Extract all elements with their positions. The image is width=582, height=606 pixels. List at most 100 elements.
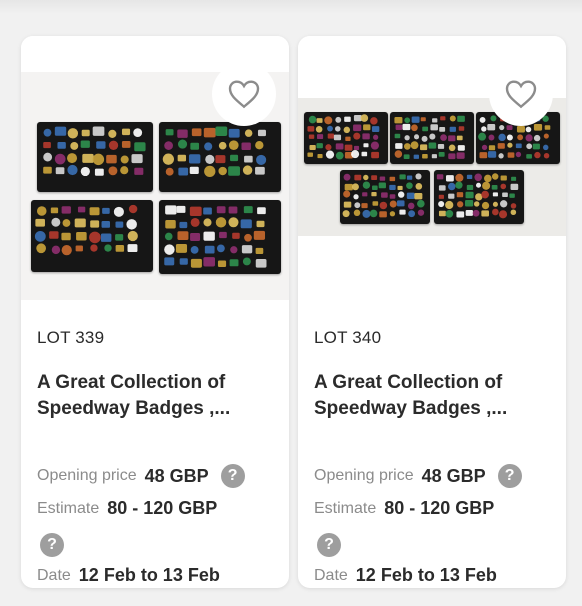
lot-card-339[interactable]: LOT 339 A Great Collection of Speedway B…: [21, 36, 289, 588]
badge-pin: [229, 259, 239, 267]
help-icon[interactable]: ?: [40, 533, 64, 557]
badge-pin: [389, 176, 396, 182]
badge-pin: [517, 134, 524, 141]
badge-pin: [54, 126, 67, 136]
badge-pin: [35, 218, 45, 227]
badge-pin: [499, 200, 508, 208]
badge-pin: [481, 144, 488, 151]
badge-pin: [175, 243, 188, 253]
badge-pin: [498, 153, 504, 159]
badge-pin: [417, 209, 425, 216]
badge-pin: [506, 134, 513, 141]
badge-pin: [255, 141, 264, 150]
badge-pin: [351, 150, 360, 159]
badge-pin: [61, 206, 71, 214]
badge-pin: [395, 124, 403, 130]
badge-pin: [544, 125, 551, 130]
badge-pin: [370, 117, 378, 125]
badge-pin: [189, 166, 199, 175]
opening-price-label: Opening price: [314, 467, 414, 484]
estimate-value: 80 - 120 GBP: [107, 498, 218, 518]
badge-pin: [307, 152, 313, 157]
lot-title[interactable]: A Great Collection of Speedway Badges ,.…: [37, 370, 267, 422]
badge-pin: [204, 165, 216, 178]
badge-pin: [307, 126, 315, 132]
date-row: Date 12 Feb to 13 Feb: [314, 565, 497, 586]
badge-pin: [43, 152, 53, 162]
badge-pin: [96, 141, 106, 149]
badge-pin: [490, 115, 497, 122]
badge-pin: [373, 134, 379, 140]
badge-pin: [407, 202, 415, 210]
badge-pin: [256, 154, 267, 165]
badge-pin: [398, 191, 405, 198]
badge-pin: [177, 139, 188, 149]
badge-pin: [335, 151, 344, 160]
badge-pin: [190, 245, 199, 254]
badge-pin: [487, 151, 497, 158]
badge-pin: [466, 174, 473, 180]
badge-pin: [204, 142, 213, 151]
badge-pin: [188, 154, 201, 164]
badge-pin: [94, 168, 104, 176]
badge-pin: [466, 184, 474, 191]
badge-pin: [369, 209, 378, 218]
badge-pin: [121, 140, 131, 148]
badge-pin: [406, 192, 415, 199]
help-icon[interactable]: ?: [317, 533, 341, 557]
badge-pin: [507, 152, 515, 158]
badge-pin: [445, 209, 454, 218]
help-icon[interactable]: ?: [220, 464, 245, 488]
badge-pin: [241, 142, 251, 150]
badge-pin: [456, 135, 463, 141]
badge-pin: [177, 129, 188, 138]
badge-pin: [413, 134, 420, 140]
lot-image[interactable]: [298, 36, 566, 300]
badge-pin: [232, 232, 240, 239]
badge-pin: [165, 205, 177, 215]
favorite-button[interactable]: [212, 62, 276, 126]
badge-pin: [449, 126, 456, 132]
badge-pin: [241, 245, 253, 254]
badge-pin: [500, 183, 507, 190]
badge-pin: [394, 150, 403, 158]
lot-image[interactable]: [21, 36, 289, 300]
badge-pin: [255, 259, 267, 268]
badge-pin: [438, 210, 446, 217]
badge-pin: [455, 181, 463, 189]
badge-pin: [228, 206, 238, 214]
badge-pin: [420, 117, 426, 122]
badge-pin: [101, 220, 110, 228]
heart-icon: [505, 80, 537, 109]
badge-pin: [473, 201, 480, 207]
badge-pin: [230, 154, 239, 162]
badge-pin: [455, 173, 464, 182]
badge-pin: [343, 201, 352, 208]
help-icon[interactable]: ?: [497, 464, 522, 488]
badge-pin: [90, 220, 100, 228]
badge-pin: [437, 143, 445, 149]
favorite-button[interactable]: [489, 62, 553, 126]
badge-pin: [422, 153, 428, 159]
badge-pin: [362, 192, 368, 197]
badge-pin: [108, 140, 119, 151]
badge-pin: [190, 232, 201, 241]
estimate-label: Estimate: [37, 499, 100, 517]
badge-pin: [413, 154, 419, 159]
badge-pin: [308, 134, 315, 139]
badge-pin: [190, 142, 200, 150]
lot-card-340[interactable]: LOT 340 A Great Collection of Speedway B…: [298, 36, 566, 588]
badge-pin: [82, 153, 94, 163]
badge-pin: [533, 134, 541, 142]
badge-pin: [370, 141, 379, 150]
lot-title[interactable]: A Great Collection of Speedway Badges ,.…: [314, 370, 544, 422]
badge-pin: [203, 207, 212, 215]
lot-title-line1: A Great Collection of: [314, 372, 503, 393]
badge-pin: [351, 183, 359, 191]
badge-pin: [502, 192, 508, 198]
badge-pin: [389, 200, 397, 208]
badge-pin: [191, 128, 202, 137]
badge-pin: [164, 244, 175, 255]
badge-pin: [362, 209, 371, 218]
badge-pin: [510, 203, 517, 209]
